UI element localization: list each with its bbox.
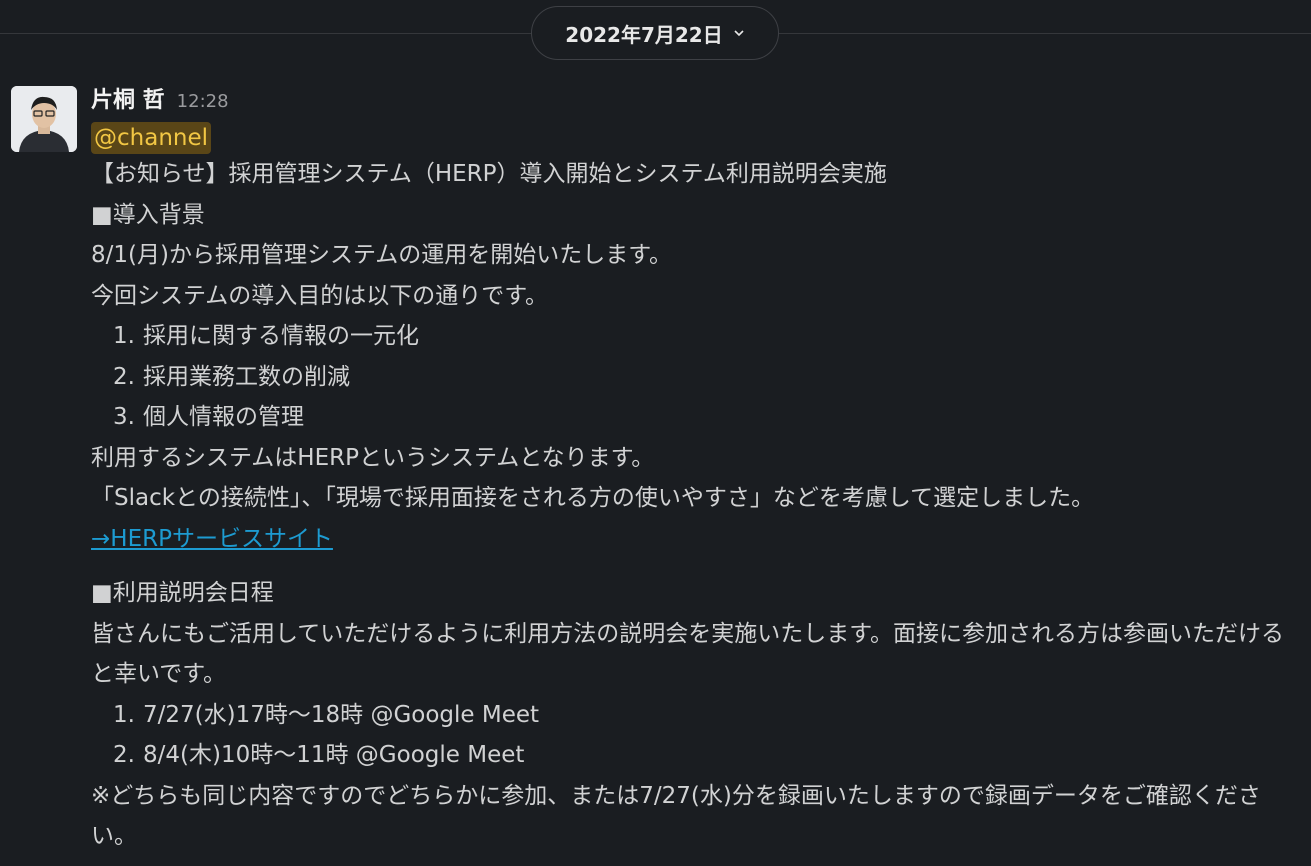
author-name[interactable]: 片桐 哲 [91,82,165,114]
list-number: 1. [113,323,135,349]
list-text: 採用に関する情報の一元化 [143,323,419,349]
list-item: 1. 7/27(水)17時〜18時 @Google Meet [91,695,1303,736]
channel-mention[interactable]: @channel [91,122,212,154]
list-number: 2. [113,363,135,390]
purpose-list: 1. 採用に関する情報の一元化 2. 採用業務工数の削減 3. 個人情報の管理 [91,316,1303,438]
avatar-image [11,86,77,152]
list-text: 個人情報の管理 [143,404,304,430]
section-heading-schedule: ■利用説明会日程 [91,580,274,606]
intro-line-1: 8/1(月)から採用管理システムの運用を開始いたします。 [91,242,672,268]
session-list: 1. 7/27(水)17時〜18時 @Google Meet 2. 8/4(木)… [91,695,1303,776]
date-label: 2022年7月22日 [565,22,723,47]
list-number: 2. [113,742,135,768]
note-line: ※どちらも同じ内容ですのでどちらかに参加、または7/27(水)分を録画いたします… [91,782,1261,850]
avatar[interactable] [11,86,77,152]
herp-service-link[interactable]: →HERPサービスサイト [91,526,333,552]
list-text: 8/4(木)10時〜11時 @Google Meet [143,742,525,768]
timestamp[interactable]: 12:28 [177,91,229,112]
reason-line: 「Slackとの接続性」、「現場で採用面接をされる方の使いやすさ」などを考慮して… [91,485,1095,511]
chevron-down-icon [734,30,744,37]
message: 片桐 哲 12:28 @channel 【お知らせ】採用管理システム（HERP）… [91,82,1303,857]
list-item: 1. 採用に関する情報の一元化 [91,316,1303,357]
list-number: 1. [113,701,135,728]
system-line: 利用するシステムはHERPというシステムとなります。 [91,444,655,471]
list-number: 3. [113,404,135,430]
section-heading-background: ■導入背景 [91,201,205,228]
list-item: 2. 採用業務工数の削減 [91,357,1303,398]
mention-row: @channel [91,118,1303,154]
list-text: 採用業務工数の削減 [143,363,350,390]
date-divider-button[interactable]: 2022年7月22日 [531,6,779,60]
message-header: 片桐 哲 12:28 [91,82,1303,118]
session-intro: 皆さんにもご活用していただけるように利用方法の説明会を実施いたします。面接に参加… [91,620,1285,688]
list-item: 2. 8/4(木)10時〜11時 @Google Meet [91,735,1303,776]
intro-line-2: 今回システムの導入目的は以下の通りです。 [91,282,549,309]
list-item: 3. 個人情報の管理 [91,397,1303,438]
message-title: 【お知らせ】採用管理システム（HERP）導入開始とシステム利用説明会実施 [91,161,887,187]
list-text: 7/27(水)17時〜18時 @Google Meet [143,701,540,728]
